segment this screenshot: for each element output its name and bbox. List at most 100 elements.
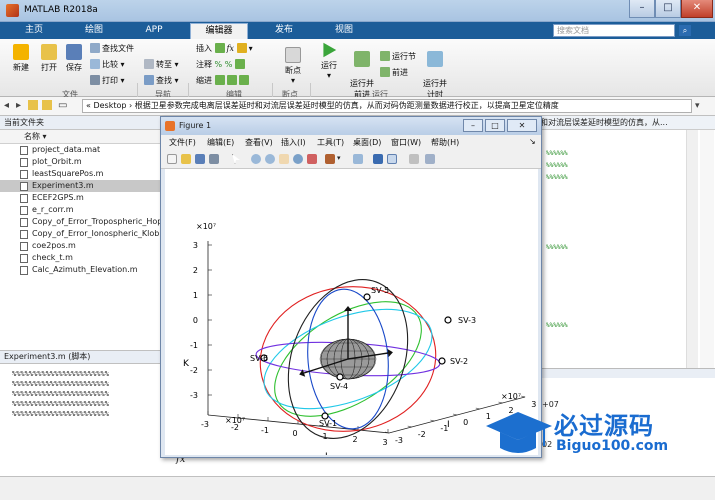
comment-toggle-icon: % xyxy=(224,60,233,69)
menu-insert[interactable]: 插入(I) xyxy=(281,137,306,148)
run-section-button[interactable]: 运行节 xyxy=(380,51,416,62)
open-file-icon[interactable] xyxy=(181,154,191,164)
find-button[interactable]: 查找 ▾ xyxy=(144,75,179,86)
show-plot-tools-icon[interactable] xyxy=(425,154,435,164)
run-advance-icon xyxy=(354,51,370,67)
plot-area[interactable]: 3 2 1 0 -1 -2 -3 -3 -2 -1 0 1 2 3 -3 -2 -1 0 1 2 3 SV-1 SV-2 S… xyxy=(165,169,538,462)
file-item[interactable]: Calc_Azimuth_Elevation.m xyxy=(0,264,163,276)
editor-tab-header[interactable]: 和对流层误差延时模型的仿真，从... xyxy=(540,116,715,130)
comment-button[interactable]: 注释 % % xyxy=(196,59,247,70)
x-tick-label: 1 xyxy=(322,432,327,441)
file-icon xyxy=(20,194,28,203)
file-item[interactable]: check_t.m xyxy=(0,252,163,264)
file-name: ECEF2GPS.m xyxy=(32,193,84,202)
details-line: %%%%%%%%%%%%%%%%%%%%%%% xyxy=(12,390,109,398)
minimize-button[interactable]: – xyxy=(629,0,655,18)
file-item[interactable]: coe2pos.m xyxy=(0,240,163,252)
file-item[interactable]: e_r_corr.m xyxy=(0,204,163,216)
browse-folder-icon[interactable] xyxy=(42,100,52,110)
search-documentation-input[interactable]: 搜索文档 xyxy=(553,24,675,37)
maximize-button[interactable]: □ xyxy=(655,0,681,18)
column-header[interactable]: 名称 ▾ xyxy=(0,130,163,144)
figure-close-button[interactable]: ✕ xyxy=(507,119,537,132)
y-exponent: ×10⁷ xyxy=(501,392,521,401)
zoom-in-icon[interactable] xyxy=(251,154,261,164)
file-name: project_data.mat xyxy=(32,145,101,154)
indent-button[interactable]: 缩进 xyxy=(196,75,251,86)
matlab-logo-icon xyxy=(6,4,19,17)
pan-icon[interactable] xyxy=(279,154,289,164)
tab-editor[interactable]: 编辑器 xyxy=(190,23,248,39)
back-icon[interactable]: ◂ xyxy=(4,100,9,111)
menu-help[interactable]: 帮助(H) xyxy=(431,137,459,148)
new-figure-icon[interactable] xyxy=(167,154,177,164)
menu-desktop[interactable]: 桌面(D) xyxy=(353,137,381,148)
data-cursor-icon[interactable] xyxy=(307,154,317,164)
find-files-label: 查找文件 xyxy=(102,44,134,53)
z-axis-label: K xyxy=(183,359,190,369)
orbit-3d-plot[interactable]: 3210-1-2-3-3 -2 -1 0 1 2 3 -3-2-10123 SV-1SV-2S… xyxy=(165,169,538,462)
file-item[interactable]: Copy_of_Error_Tropospheric_Hop xyxy=(0,216,163,228)
find-files-button[interactable]: 查找文件 xyxy=(90,43,134,54)
menu-window[interactable]: 窗口(W) xyxy=(391,137,421,148)
figure-minimize-button[interactable]: – xyxy=(463,119,483,132)
breakpoint-icon xyxy=(285,47,301,63)
menu-dock-icon[interactable]: ↘ xyxy=(529,137,536,146)
run-button[interactable]: 运行 ▾ xyxy=(316,42,342,80)
print-button[interactable]: 打印 ▾ xyxy=(90,75,125,86)
figure-maximize-button[interactable]: □ xyxy=(485,119,505,132)
compare-button[interactable]: 比较 ▾ xyxy=(90,59,125,70)
tab-apps[interactable]: APP xyxy=(134,23,174,39)
goto-button[interactable]: 转至 ▾ xyxy=(144,59,179,70)
breakpoints-button[interactable]: 断点 ▾ xyxy=(278,47,308,85)
insert-button[interactable]: 插入 fx ▾ xyxy=(196,43,253,54)
legend-icon[interactable] xyxy=(387,154,397,164)
open-button[interactable]: 打开 xyxy=(36,44,62,73)
editor-scrollbar[interactable] xyxy=(686,130,698,368)
tab-publish[interactable]: 发布 xyxy=(262,23,306,39)
search-icon[interactable]: ⌕ xyxy=(679,25,691,36)
file-list-blank xyxy=(0,280,163,350)
tab-view[interactable]: 视图 xyxy=(322,23,366,39)
save-figure-icon[interactable] xyxy=(195,154,205,164)
close-button[interactable]: ✕ xyxy=(681,0,713,18)
colorbar-icon[interactable] xyxy=(373,154,383,164)
up-folder-icon[interactable] xyxy=(28,100,38,110)
current-folder-path[interactable]: « Desktop › 根据卫星参数完成电离层误差延时和对流层误差延时模型的仿真… xyxy=(82,99,692,113)
menu-tools[interactable]: 工具(T) xyxy=(317,137,344,148)
brush-dropdown-icon[interactable]: ▾ xyxy=(337,154,341,162)
pointer-icon[interactable] xyxy=(232,154,240,164)
file-item[interactable]: plot_Orbit.m xyxy=(0,156,163,168)
link-plot-icon[interactable] xyxy=(353,154,363,164)
file-icon xyxy=(20,218,28,227)
new-button[interactable]: 新建 xyxy=(8,44,34,73)
file-item[interactable]: ECEF2GPS.m xyxy=(0,192,163,204)
menu-view[interactable]: 查看(V) xyxy=(245,137,273,148)
run-icon xyxy=(323,42,337,58)
forward-icon[interactable]: ▸ xyxy=(16,100,21,111)
drive-icon[interactable]: ▭ xyxy=(58,100,67,111)
outdent-icon xyxy=(238,75,249,85)
rotate-icon[interactable] xyxy=(293,154,303,164)
menu-file[interactable]: 文件(F) xyxy=(169,137,196,148)
run-section-icon xyxy=(380,51,390,61)
save-button[interactable]: 保存 xyxy=(62,44,86,73)
advance-button[interactable]: 前进 xyxy=(380,67,408,78)
tab-plots[interactable]: 绘图 xyxy=(74,23,114,39)
hide-plot-tools-icon[interactable] xyxy=(409,154,419,164)
run-time-button[interactable]: 运行并 计时 xyxy=(420,42,450,100)
details-line: %%%%%%%%%%%%%%%%%%%%%%% xyxy=(12,410,109,418)
brush-icon[interactable] xyxy=(325,154,335,164)
x-axis-label: J xyxy=(324,452,328,455)
file-item[interactable]: project_data.mat xyxy=(0,144,163,156)
menu-edit[interactable]: 编辑(E) xyxy=(207,137,234,148)
zoom-out-icon[interactable] xyxy=(265,154,275,164)
tab-home[interactable]: 主页 xyxy=(14,23,54,39)
file-item[interactable]: leastSquarePos.m xyxy=(0,168,163,180)
path-dropdown-icon[interactable]: ▾ xyxy=(695,101,700,111)
print-figure-icon[interactable] xyxy=(209,154,219,164)
file-item[interactable]: Copy_of_Error_Ionospheric_Klobu xyxy=(0,228,163,240)
file-name: Calc_Azimuth_Elevation.m xyxy=(32,265,138,274)
name-column-label[interactable]: 名称 ▾ xyxy=(24,130,47,143)
file-item[interactable]: Experiment3.m xyxy=(0,180,163,192)
